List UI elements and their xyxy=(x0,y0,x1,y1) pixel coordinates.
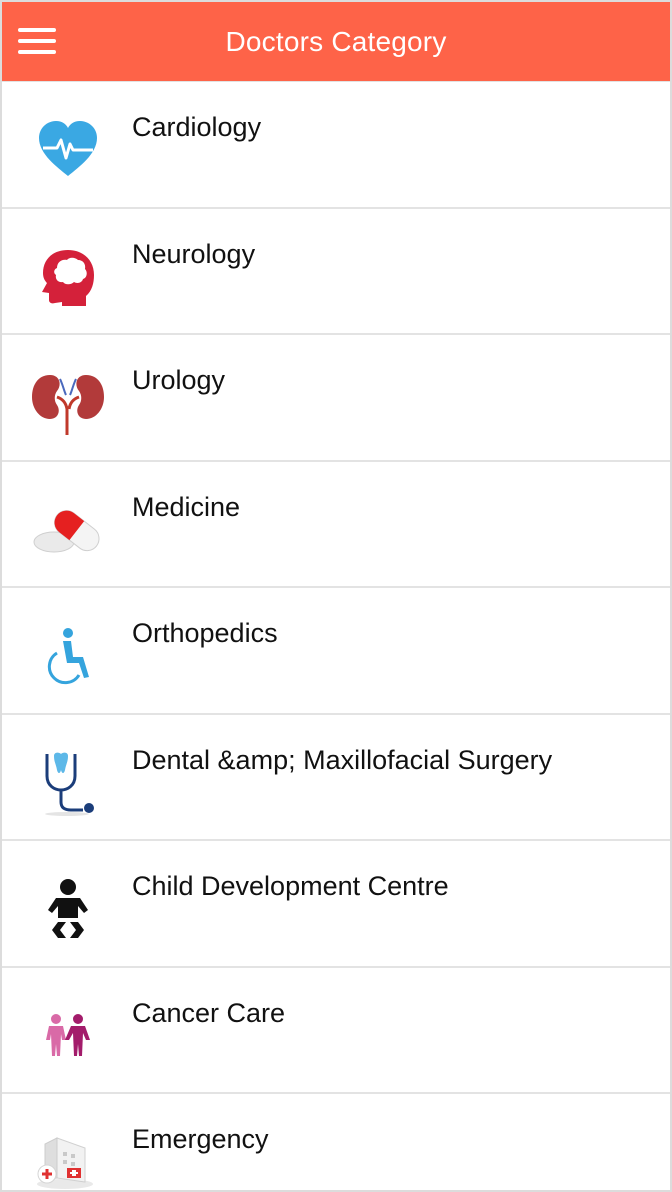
heart-rate-icon xyxy=(28,112,108,188)
brain-head-icon xyxy=(28,239,108,315)
app-header: Doctors Category xyxy=(2,2,670,82)
category-item-emergency[interactable]: Emergency xyxy=(2,1094,670,1190)
category-item-orthopedics[interactable]: Orthopedics xyxy=(2,588,670,715)
category-item-medicine[interactable]: Medicine xyxy=(2,462,670,588)
category-item-neurology[interactable]: Neurology xyxy=(2,209,670,335)
category-label: Cancer Care xyxy=(132,997,286,1028)
category-item-child-development[interactable]: Child Development Centre xyxy=(2,841,670,968)
two-people-icon xyxy=(28,998,108,1074)
pill-capsule-icon xyxy=(28,492,108,568)
category-label: Urology xyxy=(132,365,226,395)
category-label: Child Development Centre xyxy=(132,871,449,901)
category-label: Orthopedics xyxy=(132,618,278,648)
category-label: Medicine xyxy=(132,491,241,522)
category-item-dental[interactable]: Dental &amp; Maxillofacial Surgery xyxy=(2,715,670,841)
baby-icon xyxy=(28,871,108,947)
category-label: Neurology xyxy=(132,238,256,269)
hospital-building-icon xyxy=(28,1124,108,1190)
hamburger-menu-icon[interactable] xyxy=(18,28,58,56)
category-item-cancer-care[interactable]: Cancer Care xyxy=(2,968,670,1094)
app-frame: Doctors Category Cardiology Neurology Ur… xyxy=(0,0,672,1192)
category-item-urology[interactable]: Urology xyxy=(2,335,670,462)
tooth-stethoscope-icon xyxy=(28,745,108,821)
category-item-cardiology[interactable]: Cardiology xyxy=(2,82,670,209)
wheelchair-icon xyxy=(28,618,108,694)
category-label: Emergency xyxy=(132,1124,269,1154)
kidneys-icon xyxy=(28,365,108,441)
category-label: Dental &amp; Maxillofacial Surgery xyxy=(132,744,553,775)
category-label: Cardiology xyxy=(132,112,262,142)
page-title: Doctors Category xyxy=(225,25,447,57)
category-list: Cardiology Neurology Urology Medicine Or… xyxy=(2,82,670,1190)
